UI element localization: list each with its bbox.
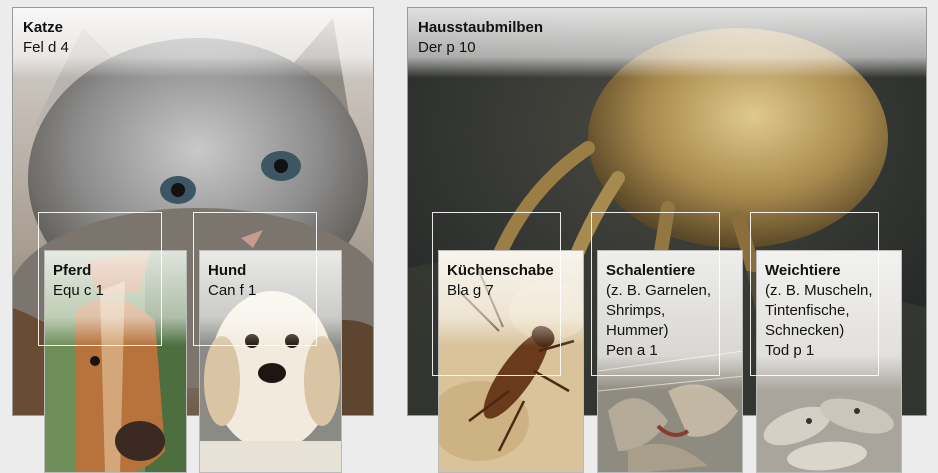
shellfish-frame [591,212,720,376]
cat-code: Fel d 4 [23,39,69,56]
dog-frame [193,212,317,346]
cat-title: Katze [23,19,64,36]
mollusc-frame [750,212,879,376]
cockroach-frame [432,212,561,376]
mite-code: Der p 10 [418,39,476,56]
cat-label: Katze Fel d 4 [23,18,69,58]
mite-label: Hausstaubmilben Der p 10 [418,18,543,58]
horse-frame [38,212,162,346]
mite-title: Hausstaubmilben [418,19,544,36]
